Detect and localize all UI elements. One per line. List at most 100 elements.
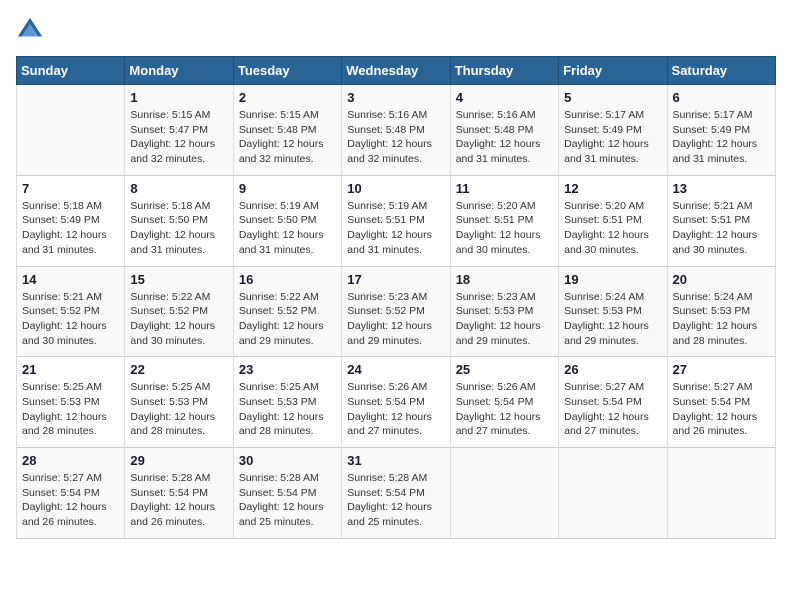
header-cell-tuesday: Tuesday — [233, 57, 341, 85]
day-number: 5 — [564, 90, 661, 105]
calendar-cell: 9 Sunrise: 5:19 AMSunset: 5:50 PMDaylight… — [233, 175, 341, 266]
calendar-cell: 26Sunrise: 5:27 AMSunset: 5:54 PMDayligh… — [559, 357, 667, 448]
day-number: 12 — [564, 181, 661, 196]
day-info: Sunrise: 5:24 AMSunset: 5:53 PMDaylight:… — [673, 290, 770, 349]
calendar-cell: 10Sunrise: 5:19 AMSunset: 5:51 PMDayligh… — [342, 175, 450, 266]
calendar-week-row: 14 Sunrise: 5:21 AMSunset: 5:52 PMDayligh… — [17, 266, 776, 357]
calendar-cell: 2 Sunrise: 5:15 AMSunset: 5:48 PMDaylight… — [233, 85, 341, 176]
calendar-cell: 3 Sunrise: 5:16 AMSunset: 5:48 PMDaylight… — [342, 85, 450, 176]
calendar-cell: 8 Sunrise: 5:18 AMSunset: 5:50 PMDaylight… — [125, 175, 233, 266]
day-number: 8 — [130, 181, 227, 196]
calendar-cell: 11 Sunrise: 5:20 AMSunset: 5:51 PMDayligh… — [450, 175, 558, 266]
calendar-week-row: 1 Sunrise: 5:15 AMSunset: 5:47 PMDaylight… — [17, 85, 776, 176]
calendar-cell — [17, 85, 125, 176]
day-number: 11 — [456, 181, 553, 196]
calendar-cell: 27Sunrise: 5:27 AMSunset: 5:54 PMDayligh… — [667, 357, 775, 448]
day-number: 16 — [239, 272, 336, 287]
calendar-week-row: 28 Sunrise: 5:27 AMSunset: 5:54 PMDayligh… — [17, 448, 776, 539]
calendar-cell: 14 Sunrise: 5:21 AMSunset: 5:52 PMDayligh… — [17, 266, 125, 357]
header-cell-saturday: Saturday — [667, 57, 775, 85]
day-info: Sunrise: 5:28 AMSunset: 5:54 PMDaylight:… — [347, 471, 444, 530]
calendar-cell: 22 Sunrise: 5:25 AMSunset: 5:53 PMDayligh… — [125, 357, 233, 448]
calendar-week-row: 21 Sunrise: 5:25 AMSunset: 5:53 PMDayligh… — [17, 357, 776, 448]
header-cell-monday: Monday — [125, 57, 233, 85]
day-number: 26 — [564, 362, 661, 377]
calendar-cell: 16 Sunrise: 5:22 AMSunset: 5:52 PMDayligh… — [233, 266, 341, 357]
calendar-cell: 28 Sunrise: 5:27 AMSunset: 5:54 PMDayligh… — [17, 448, 125, 539]
day-info: Sunrise: 5:28 AMSunset: 5:54 PMDaylight:… — [130, 471, 227, 530]
header-cell-wednesday: Wednesday — [342, 57, 450, 85]
day-info: Sunrise: 5:18 AMSunset: 5:50 PMDaylight:… — [130, 199, 227, 258]
calendar-cell: 23 Sunrise: 5:25 AMSunset: 5:53 PMDayligh… — [233, 357, 341, 448]
calendar-cell: 25 Sunrise: 5:26 AMSunset: 5:54 PMDayligh… — [450, 357, 558, 448]
calendar-table: SundayMondayTuesdayWednesdayThursdayFrid… — [16, 56, 776, 539]
day-info: Sunrise: 5:15 AMSunset: 5:47 PMDaylight:… — [130, 108, 227, 167]
day-number: 17 — [347, 272, 444, 287]
day-info: Sunrise: 5:25 AMSunset: 5:53 PMDaylight:… — [130, 380, 227, 439]
calendar-cell: 20Sunrise: 5:24 AMSunset: 5:53 PMDayligh… — [667, 266, 775, 357]
day-number: 7 — [22, 181, 119, 196]
calendar-cell: 1 Sunrise: 5:15 AMSunset: 5:47 PMDaylight… — [125, 85, 233, 176]
day-info: Sunrise: 5:28 AMSunset: 5:54 PMDaylight:… — [239, 471, 336, 530]
header-cell-friday: Friday — [559, 57, 667, 85]
day-number: 19 — [564, 272, 661, 287]
day-number: 23 — [239, 362, 336, 377]
day-number: 25 — [456, 362, 553, 377]
logo-icon — [16, 16, 44, 44]
calendar-cell: 31 Sunrise: 5:28 AMSunset: 5:54 PMDayligh… — [342, 448, 450, 539]
day-info: Sunrise: 5:21 AMSunset: 5:51 PMDaylight:… — [673, 199, 770, 258]
calendar-cell: 21 Sunrise: 5:25 AMSunset: 5:53 PMDayligh… — [17, 357, 125, 448]
day-number: 1 — [130, 90, 227, 105]
day-info: Sunrise: 5:23 AMSunset: 5:53 PMDaylight:… — [456, 290, 553, 349]
calendar-cell: 5Sunrise: 5:17 AMSunset: 5:49 PMDaylight… — [559, 85, 667, 176]
logo — [16, 16, 48, 44]
calendar-cell: 12Sunrise: 5:20 AMSunset: 5:51 PMDayligh… — [559, 175, 667, 266]
day-number: 31 — [347, 453, 444, 468]
day-info: Sunrise: 5:15 AMSunset: 5:48 PMDaylight:… — [239, 108, 336, 167]
calendar-cell: 24Sunrise: 5:26 AMSunset: 5:54 PMDayligh… — [342, 357, 450, 448]
calendar-cell: 6 Sunrise: 5:17 AMSunset: 5:49 PMDaylight… — [667, 85, 775, 176]
day-number: 10 — [347, 181, 444, 196]
day-number: 15 — [130, 272, 227, 287]
day-number: 9 — [239, 181, 336, 196]
day-info: Sunrise: 5:26 AMSunset: 5:54 PMDaylight:… — [456, 380, 553, 439]
day-number: 18 — [456, 272, 553, 287]
day-info: Sunrise: 5:23 AMSunset: 5:52 PMDaylight:… — [347, 290, 444, 349]
calendar-cell — [450, 448, 558, 539]
calendar-cell: 30 Sunrise: 5:28 AMSunset: 5:54 PMDayligh… — [233, 448, 341, 539]
day-info: Sunrise: 5:25 AMSunset: 5:53 PMDaylight:… — [22, 380, 119, 439]
day-number: 13 — [673, 181, 770, 196]
day-info: Sunrise: 5:22 AMSunset: 5:52 PMDaylight:… — [239, 290, 336, 349]
day-info: Sunrise: 5:17 AMSunset: 5:49 PMDaylight:… — [673, 108, 770, 167]
day-info: Sunrise: 5:20 AMSunset: 5:51 PMDaylight:… — [456, 199, 553, 258]
day-number: 22 — [130, 362, 227, 377]
day-info: Sunrise: 5:27 AMSunset: 5:54 PMDaylight:… — [22, 471, 119, 530]
day-number: 30 — [239, 453, 336, 468]
calendar-cell: 29Sunrise: 5:28 AMSunset: 5:54 PMDayligh… — [125, 448, 233, 539]
day-number: 24 — [347, 362, 444, 377]
calendar-cell: 4Sunrise: 5:16 AMSunset: 5:48 PMDaylight… — [450, 85, 558, 176]
day-number: 27 — [673, 362, 770, 377]
day-info: Sunrise: 5:25 AMSunset: 5:53 PMDaylight:… — [239, 380, 336, 439]
day-info: Sunrise: 5:19 AMSunset: 5:50 PMDaylight:… — [239, 199, 336, 258]
day-info: Sunrise: 5:21 AMSunset: 5:52 PMDaylight:… — [22, 290, 119, 349]
calendar-cell: 13 Sunrise: 5:21 AMSunset: 5:51 PMDayligh… — [667, 175, 775, 266]
page-header — [16, 16, 776, 44]
day-number: 14 — [22, 272, 119, 287]
day-number: 3 — [347, 90, 444, 105]
calendar-week-row: 7Sunrise: 5:18 AMSunset: 5:49 PMDaylight… — [17, 175, 776, 266]
day-info: Sunrise: 5:24 AMSunset: 5:53 PMDaylight:… — [564, 290, 661, 349]
day-info: Sunrise: 5:16 AMSunset: 5:48 PMDaylight:… — [347, 108, 444, 167]
header-cell-sunday: Sunday — [17, 57, 125, 85]
day-number: 4 — [456, 90, 553, 105]
day-number: 28 — [22, 453, 119, 468]
day-number: 2 — [239, 90, 336, 105]
calendar-cell: 18 Sunrise: 5:23 AMSunset: 5:53 PMDayligh… — [450, 266, 558, 357]
calendar-cell: 7Sunrise: 5:18 AMSunset: 5:49 PMDaylight… — [17, 175, 125, 266]
day-number: 6 — [673, 90, 770, 105]
calendar-cell: 19 Sunrise: 5:24 AMSunset: 5:53 PMDayligh… — [559, 266, 667, 357]
calendar-header-row: SundayMondayTuesdayWednesdayThursdayFrid… — [17, 57, 776, 85]
calendar-cell: 17 Sunrise: 5:23 AMSunset: 5:52 PMDayligh… — [342, 266, 450, 357]
calendar-cell — [667, 448, 775, 539]
day-number: 21 — [22, 362, 119, 377]
